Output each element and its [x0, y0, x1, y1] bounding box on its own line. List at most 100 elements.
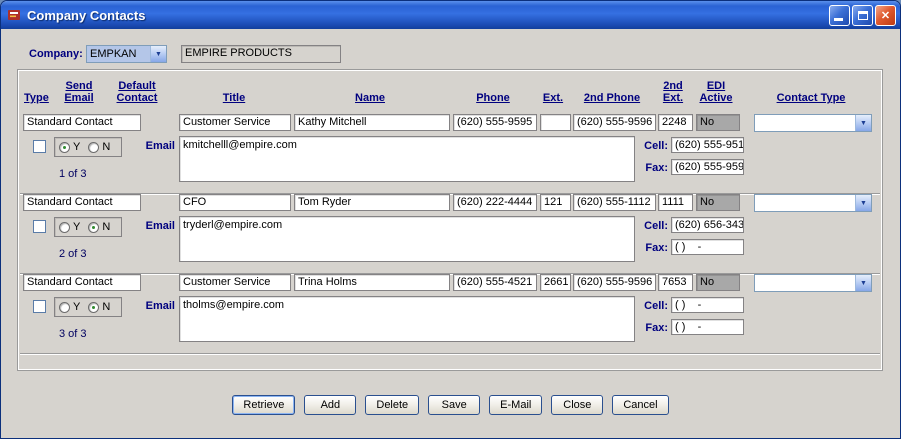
phone-field[interactable]: (620) 555-9595	[453, 114, 537, 131]
cancel-button[interactable]: Cancel	[612, 395, 668, 415]
second-phone-field[interactable]: (620) 555-9596	[573, 274, 656, 291]
fax-field[interactable]: ( ) -	[671, 319, 744, 335]
send-email-y-radio[interactable]	[59, 302, 70, 313]
send-email-radio-group: Y N	[54, 137, 122, 157]
edi-active-field: No	[696, 274, 740, 291]
button-bar: Retrieve Add Delete Save E-Mail Close Ca…	[1, 395, 900, 415]
send-email-n-radio[interactable]	[88, 302, 99, 313]
second-phone-field[interactable]: (620) 555-1112	[573, 194, 656, 211]
fax-label: Fax:	[630, 242, 668, 254]
header-default-contact: Default Contact	[117, 80, 158, 104]
header-phone: Phone	[476, 92, 510, 104]
add-button[interactable]: Add	[304, 395, 356, 415]
type-field[interactable]: Standard Contact	[23, 194, 141, 211]
record-position: 1 of 3	[59, 168, 87, 180]
window-title: Company Contacts	[27, 8, 827, 23]
fax-label: Fax:	[630, 322, 668, 334]
company-combo[interactable]: EMPKAN ▼	[86, 45, 167, 63]
window: Company Contacts ✕ Company: EMPKAN ▼ EMP…	[0, 0, 901, 439]
title-field[interactable]: CFO	[179, 194, 291, 211]
contact-type-combo[interactable]: ▼	[754, 274, 872, 292]
chevron-down-icon[interactable]: ▼	[855, 275, 871, 291]
cell-label: Cell:	[630, 220, 668, 232]
titlebar-maximize-button[interactable]	[852, 5, 873, 26]
chevron-down-icon[interactable]: ▼	[150, 46, 166, 62]
minimize-icon	[834, 18, 843, 21]
contact-type-value	[755, 275, 855, 291]
second-ext-field[interactable]: 7653	[658, 274, 693, 291]
record-position: 3 of 3	[59, 328, 87, 340]
send-email-y-radio[interactable]	[59, 222, 70, 233]
phone-field[interactable]: (620) 222-4444	[453, 194, 537, 211]
chevron-down-icon[interactable]: ▼	[855, 195, 871, 211]
company-name-field: EMPIRE PRODUCTS	[181, 45, 341, 63]
email-label: Email	[130, 220, 175, 232]
name-field[interactable]: Trina Holms	[294, 274, 450, 291]
edi-active-field: No	[696, 194, 740, 211]
contact-type-value	[755, 115, 855, 131]
header-ext: Ext.	[543, 92, 563, 104]
ext-field[interactable]: 121	[540, 194, 571, 211]
edi-active-field: No	[696, 114, 740, 131]
name-field[interactable]: Kathy Mitchell	[294, 114, 450, 131]
second-ext-field[interactable]: 2248	[658, 114, 693, 131]
fax-field[interactable]: (620) 555-9596	[671, 159, 744, 175]
chevron-down-icon[interactable]: ▼	[855, 115, 871, 131]
second-phone-field[interactable]: (620) 555-9596	[573, 114, 656, 131]
cell-label: Cell:	[630, 140, 668, 152]
ext-field[interactable]: 2661	[540, 274, 571, 291]
default-contact-checkbox[interactable]	[33, 220, 46, 233]
default-contact-checkbox[interactable]	[33, 140, 46, 153]
send-email-n-radio[interactable]	[88, 142, 99, 153]
save-button[interactable]: Save	[428, 395, 480, 415]
email-field[interactable]: kmitchelll@empire.com	[179, 136, 635, 182]
title-field[interactable]: Customer Service	[179, 274, 291, 291]
header-contact-type: Contact Type	[777, 92, 846, 104]
window-icon[interactable]	[6, 7, 22, 23]
cell-field[interactable]: ( ) -	[671, 297, 744, 313]
second-ext-field[interactable]: 1111	[658, 194, 693, 211]
send-email-y-label: Y	[73, 301, 80, 313]
contact-type-combo[interactable]: ▼	[754, 194, 872, 212]
header-send-email: Send Email	[64, 80, 93, 104]
company-label: Company:	[29, 48, 83, 60]
header-second-phone: 2nd Phone	[584, 92, 640, 104]
send-email-y-label: Y	[73, 221, 80, 233]
contacts-panel: Type Send Email Default Contact Title Na…	[17, 69, 883, 371]
dialog-body: Company: EMPKAN ▼ EMPIRE PRODUCTS Type S…	[1, 29, 900, 439]
send-email-y-label: Y	[73, 141, 80, 153]
send-email-n-radio[interactable]	[88, 222, 99, 233]
type-field[interactable]: Standard Contact	[23, 114, 141, 131]
phone-field[interactable]: (620) 555-4521	[453, 274, 537, 291]
titlebar-close-button[interactable]: ✕	[875, 5, 896, 26]
fax-label: Fax:	[630, 162, 668, 174]
send-email-n-label: N	[102, 221, 110, 233]
ext-field[interactable]	[540, 114, 571, 131]
email-label: Email	[130, 300, 175, 312]
send-email-n-label: N	[102, 301, 110, 313]
email-field[interactable]: tryderl@empire.com	[179, 216, 635, 262]
contact-type-combo[interactable]: ▼	[754, 114, 872, 132]
header-name: Name	[355, 92, 385, 104]
type-field[interactable]: Standard Contact	[23, 274, 141, 291]
close-button[interactable]: Close	[551, 395, 603, 415]
contact-type-value	[755, 195, 855, 211]
header-edi-active: EDI Active	[699, 80, 732, 104]
cell-field[interactable]: (620) 656-3434	[671, 217, 744, 233]
delete-button[interactable]: Delete	[365, 395, 419, 415]
retrieve-button[interactable]: Retrieve	[232, 395, 295, 415]
email-label: Email	[130, 140, 175, 152]
default-contact-checkbox[interactable]	[33, 300, 46, 313]
name-field[interactable]: Tom Ryder	[294, 194, 450, 211]
cell-field[interactable]: (620) 555-9511	[671, 137, 744, 153]
fax-field[interactable]: ( ) -	[671, 239, 744, 255]
send-email-y-radio[interactable]	[59, 142, 70, 153]
titlebar-minimize-button[interactable]	[829, 5, 850, 26]
contact-row: Standard Contact CFO Tom Ryder (620) 222…	[20, 194, 880, 274]
header-second-ext: 2nd Ext.	[663, 80, 683, 104]
title-field[interactable]: Customer Service	[179, 114, 291, 131]
maximize-icon	[858, 11, 868, 20]
email-button[interactable]: E-Mail	[489, 395, 542, 415]
company-combo-value: EMPKAN	[87, 46, 150, 62]
email-field[interactable]: tholms@empire.com	[179, 296, 635, 342]
